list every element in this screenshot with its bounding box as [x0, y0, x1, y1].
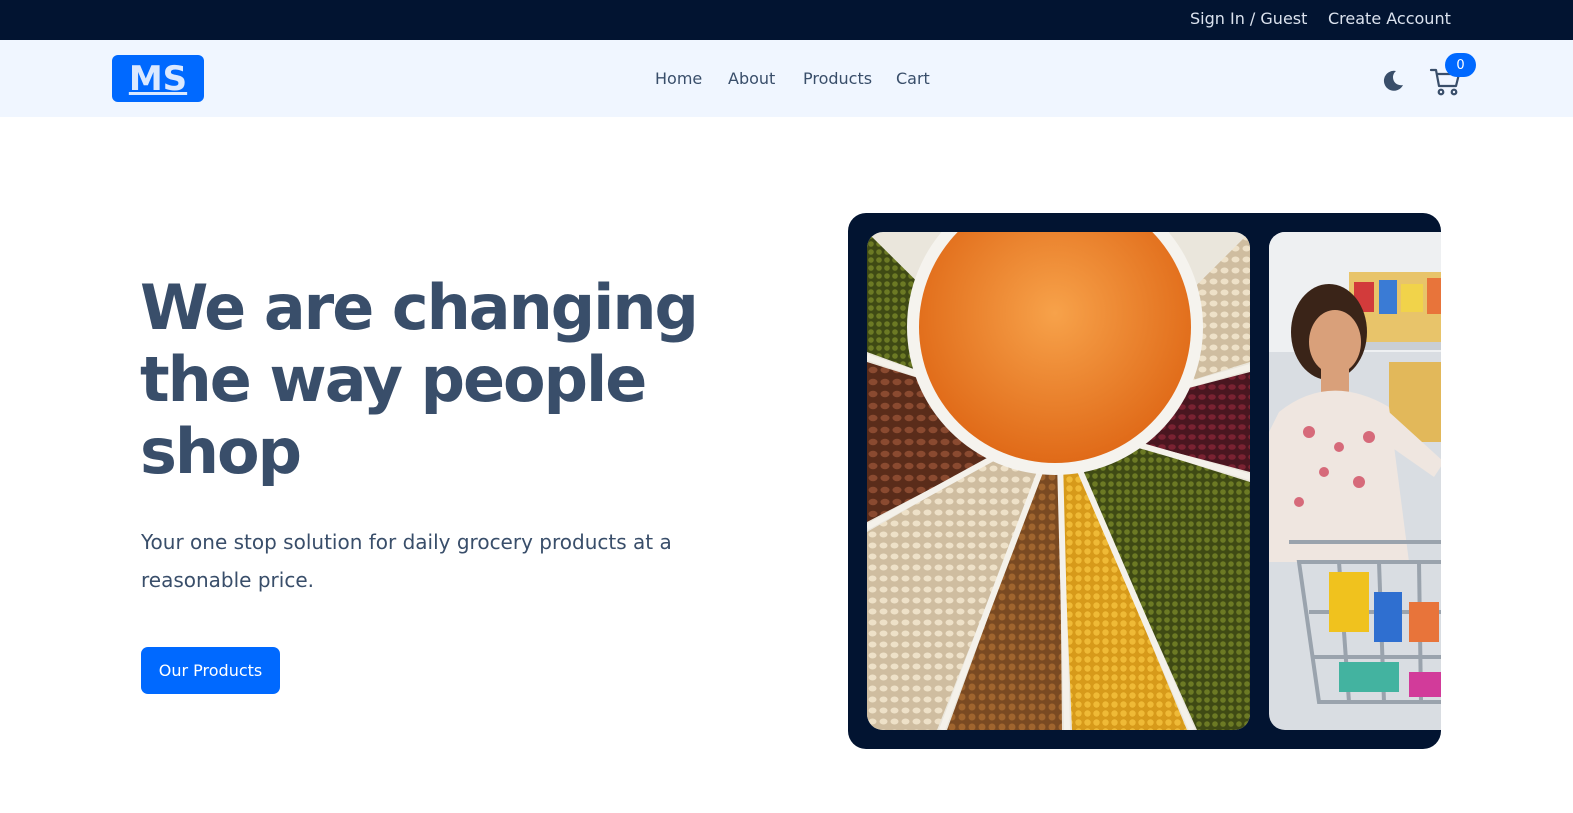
hero-title: We are changing the way people shop: [140, 271, 699, 488]
moon-icon[interactable]: [1380, 67, 1406, 93]
navbar: MS Home About Products Cart: [0, 40, 1573, 117]
lentils-and-pulses-image: [867, 232, 1250, 730]
sign-in-guest-link[interactable]: Sign In / Guest: [1190, 9, 1307, 29]
create-account-link[interactable]: Create Account: [1328, 9, 1451, 29]
our-products-button[interactable]: Our Products: [141, 647, 280, 694]
top-bar: Sign In / Guest Create Account: [0, 0, 1573, 40]
hero-carousel[interactable]: [848, 213, 1441, 749]
woman-shopping-cart-image: [1269, 232, 1441, 730]
cart-count-badge: 0: [1445, 53, 1476, 77]
logo-link[interactable]: MS: [112, 55, 204, 102]
nav-cart-link[interactable]: Cart: [896, 69, 930, 89]
hero-subtitle: Your one stop solution for daily grocery…: [141, 530, 672, 592]
nav-about-link[interactable]: About: [728, 69, 775, 89]
nav-products-link[interactable]: Products: [803, 69, 872, 89]
nav-home-link[interactable]: Home: [655, 69, 702, 89]
